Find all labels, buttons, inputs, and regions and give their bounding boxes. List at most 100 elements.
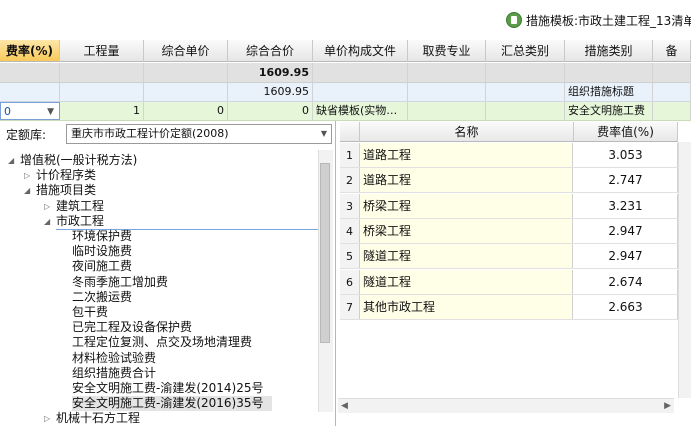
rate-table-hscrollbar[interactable]: ◀ ▶	[338, 398, 674, 413]
rate-row[interactable]: 1 道路工程 3.053	[340, 143, 678, 168]
rate-row-index: 2	[340, 168, 360, 193]
rate-index-header	[340, 122, 360, 142]
tree-item[interactable]: 已完工程及设备保护费	[72, 320, 192, 335]
tree-item[interactable]: 增值税(一般计税方法)	[20, 153, 137, 168]
col-header-fee-specialty[interactable]: 取费专业	[408, 40, 486, 62]
rate-row-index: 5	[340, 244, 360, 269]
rate-row-value[interactable]: 2.947	[574, 244, 678, 269]
col-header-unit-price[interactable]: 综合单价	[144, 40, 228, 62]
rate-row-index: 3	[340, 193, 360, 218]
rate-row-value[interactable]: 2.947	[574, 218, 678, 243]
rate-row-name[interactable]: 桥梁工程	[360, 193, 573, 218]
rate-dropdown[interactable]: 0 ▼	[0, 102, 60, 120]
tree-item-label: 冬雨季施工增加费	[72, 274, 169, 289]
tree-item-label: 已完工程及设备保护费	[72, 320, 193, 335]
tree-item[interactable]: 计价程序类	[36, 168, 96, 183]
rate-row-index: 4	[340, 218, 360, 243]
tree-item-label: 建筑工程	[56, 198, 105, 213]
tree-item[interactable]: 措施项目类	[36, 183, 96, 198]
rate-table-empty-area	[340, 320, 678, 398]
tree-item[interactable]: 临时设施费	[72, 244, 132, 259]
measure-type-cell[interactable]: 安全文明施工费	[565, 102, 653, 120]
rate-row[interactable]: 5 隧道工程 2.947	[340, 244, 678, 270]
rate-row-name[interactable]: 道路工程	[360, 143, 573, 167]
tree-item-label: 二次搬运费	[72, 289, 133, 304]
tree-item-label: 工程定位复测、点交及场地清理费	[72, 335, 253, 350]
tree-item[interactable]: 包干费	[72, 305, 108, 320]
rate-row-value[interactable]: 2.674	[574, 269, 678, 294]
tree-item-label: 安全文明施工费-渝建发(2016)35号	[72, 396, 264, 411]
tree-item[interactable]: 机械十石方工程	[56, 411, 140, 426]
expand-right-icon[interactable]: ▷	[24, 171, 30, 180]
tree-item[interactable]: 市政工程	[56, 214, 318, 230]
expand-down-icon[interactable]: ◢	[44, 217, 50, 226]
tree-item[interactable]: 二次搬运费	[72, 290, 132, 305]
norm-library-value: 重庆市市政工程计价定额(2008)	[71, 127, 229, 140]
rate-name-header[interactable]: 名称	[360, 122, 574, 142]
tree-item[interactable]: 工程定位复测、点交及场地清理费	[72, 335, 252, 350]
norm-library-select[interactable]: 重庆市市政工程计价定额(2008) ▼	[66, 124, 332, 144]
expand-right-icon[interactable]: ▷	[44, 414, 50, 423]
rate-row-index: 7	[340, 294, 360, 319]
rate-row-index: 6	[340, 269, 360, 294]
col-header-price-file[interactable]: 单价构成文件	[313, 40, 408, 62]
scroll-left-icon[interactable]: ◀	[341, 399, 348, 413]
chevron-down-icon[interactable]: ▼	[47, 103, 54, 119]
rate-row[interactable]: 4 桥梁工程 2.947	[340, 218, 678, 244]
rate-row-name[interactable]: 隧道工程	[360, 244, 573, 269]
tree-item[interactable]: 安全文明施工费-渝建发(2016)35号	[72, 396, 272, 412]
rate-row[interactable]: 6 隧道工程 2.674	[340, 269, 678, 295]
tree-scroll-thumb[interactable]	[320, 163, 330, 343]
rate-row-name[interactable]: 隧道工程	[360, 269, 573, 294]
norm-library-label: 定额库:	[6, 128, 47, 142]
rate-value-header[interactable]: 费率值(%)	[574, 122, 678, 142]
tree-item-label: 增值税(一般计税方法)	[20, 153, 138, 167]
tree-item-label: 环境保护费	[72, 229, 133, 243]
chevron-down-icon[interactable]: ▼	[321, 125, 327, 143]
tree-item[interactable]: 组织措施费合计	[72, 366, 156, 381]
col-header-rate[interactable]: 费率(%)	[0, 40, 60, 62]
rate-row-name[interactable]: 桥梁工程	[360, 218, 573, 243]
col-header-remark[interactable]: 备	[653, 40, 691, 62]
table-row[interactable]: 0 ▼ 1 0 0 缺省模板(实物… 安全文明施工费	[0, 102, 691, 121]
rate-row-name[interactable]: 其他市政工程	[360, 294, 573, 319]
table-row[interactable]: 1609.95 组织措施标题	[0, 83, 691, 102]
template-icon[interactable]	[506, 12, 522, 28]
rate-row-value[interactable]: 3.053	[574, 143, 678, 167]
rate-table-scrollbar[interactable]	[678, 142, 691, 398]
total-amount: 1609.95	[228, 63, 313, 82]
tree-item-label: 安全文明施工费-渝建发(2014)25号	[72, 381, 264, 395]
rate-row-name[interactable]: 道路工程	[360, 168, 573, 193]
col-header-measure-type[interactable]: 措施类别	[565, 40, 653, 62]
col-header-amount[interactable]: 综合合价	[228, 40, 313, 62]
tree-item-label: 夜间施工费	[72, 259, 133, 274]
price-file-cell[interactable]: 缺省模板(实物…	[313, 102, 408, 120]
sub-category: 组织措施标题	[565, 83, 653, 101]
tree-item-label: 机械十石方工程	[56, 411, 141, 426]
expand-down-icon[interactable]: ◢	[24, 186, 30, 195]
col-header-quantity[interactable]: 工程量	[60, 40, 144, 62]
amount-cell[interactable]: 0	[228, 102, 313, 120]
tree-item[interactable]: 夜间施工费	[72, 259, 132, 274]
expand-down-icon[interactable]: ◢	[8, 156, 14, 165]
rate-row-value[interactable]: 2.663	[574, 294, 678, 319]
tree-item[interactable]: 安全文明施工费-渝建发(2014)25号	[72, 381, 264, 396]
tree-item[interactable]: 冬雨季施工增加费	[72, 275, 168, 290]
rate-row-value[interactable]: 2.747	[574, 168, 678, 193]
tree-item-label: 临时设施费	[72, 244, 133, 259]
table-row[interactable]: 1609.95	[0, 63, 691, 83]
template-label[interactable]: 措施模板:市政土建工程_13清单	[526, 12, 691, 29]
quantity-cell[interactable]: 1	[60, 102, 144, 120]
rate-row[interactable]: 7 其他市政工程 2.663	[340, 294, 678, 320]
tree-item[interactable]: 环境保护费	[72, 229, 132, 244]
expand-right-icon[interactable]: ▷	[44, 202, 50, 211]
rate-row-value[interactable]: 3.231	[574, 193, 678, 218]
rate-row[interactable]: 3 桥梁工程 3.231	[340, 193, 678, 219]
tree-item[interactable]: 建筑工程	[56, 199, 104, 214]
tree-item-label: 计价程序类	[36, 168, 97, 183]
scroll-right-icon[interactable]: ▶	[664, 399, 671, 413]
col-header-summary-type[interactable]: 汇总类别	[486, 40, 565, 62]
rate-row[interactable]: 2 道路工程 2.747	[340, 168, 678, 194]
tree-item[interactable]: 材料检验试验费	[72, 351, 156, 366]
unit-price-cell[interactable]: 0	[144, 102, 228, 120]
